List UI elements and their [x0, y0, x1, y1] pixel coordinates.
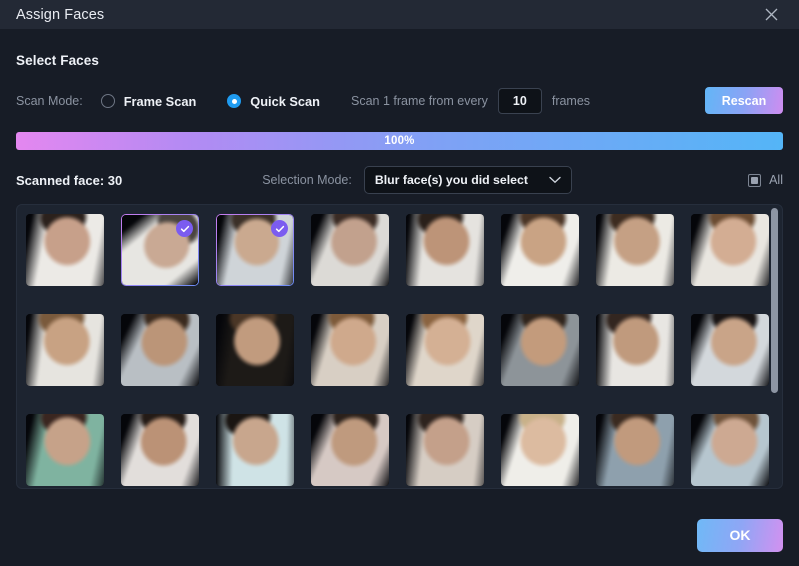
radio-option-quick-scan[interactable]: Quick Scan	[227, 94, 320, 109]
scan-mode-row: Scan Mode: Frame Scan Quick Scan Scan 1 …	[16, 86, 783, 116]
face-thumbnail[interactable]	[501, 414, 579, 486]
scan-progress-bar: 100%	[16, 132, 783, 150]
face-thumbnail[interactable]	[596, 314, 674, 386]
face-thumbnail[interactable]	[406, 214, 484, 286]
face-thumbnail-image	[691, 314, 769, 386]
face-thumbnail-image	[121, 414, 199, 486]
face-thumbnail-image	[311, 414, 389, 486]
face-thumbnail[interactable]	[406, 314, 484, 386]
face-thumbnail-image	[26, 314, 104, 386]
face-thumbnail[interactable]	[311, 314, 389, 386]
close-button[interactable]	[751, 0, 791, 29]
dialog-titlebar: Assign Faces	[0, 0, 799, 29]
scan-progress-label: 100%	[384, 135, 415, 147]
face-thumbnail-image	[406, 214, 484, 286]
close-icon	[765, 8, 777, 21]
face-thumbnail[interactable]	[691, 214, 769, 286]
face-selected-check-icon	[176, 220, 193, 237]
face-thumbnail-image	[501, 314, 579, 386]
face-thumbnail-image	[501, 214, 579, 286]
face-thumbnail[interactable]	[691, 314, 769, 386]
face-thumbnail-image	[501, 414, 579, 486]
frame-interval-input[interactable]	[497, 88, 542, 114]
face-selected-check-icon	[271, 220, 288, 237]
rescan-button[interactable]: Rescan	[705, 87, 783, 114]
assign-faces-dialog: Assign Faces Select Faces Scan Mode: Fra…	[0, 0, 799, 566]
dialog-body: Select Faces Scan Mode: Frame Scan Quick…	[0, 29, 799, 566]
face-thumbnail[interactable]	[121, 414, 199, 486]
radio-frame-scan-icon[interactable]	[100, 94, 115, 108]
face-thumbnail[interactable]	[216, 214, 294, 286]
face-thumbnail-image	[26, 414, 104, 486]
section-title: Select Faces	[16, 53, 100, 68]
face-thumbnail-image	[596, 414, 674, 486]
face-thumbnail-image	[121, 314, 199, 386]
face-thumbnail-image	[216, 314, 294, 386]
face-grid-panel	[16, 204, 783, 489]
frame-interval-suffix: frames	[551, 94, 591, 108]
face-thumbnail-image	[216, 414, 294, 486]
frame-interval-prefix: Scan 1 frame from every	[350, 94, 488, 108]
face-thumbnail-image	[691, 214, 769, 286]
scanned-face-count: Scanned face: 30	[16, 172, 123, 188]
selection-mode-value: Blur face(s) you did select	[374, 173, 528, 187]
face-thumbnail[interactable]	[311, 214, 389, 286]
face-thumbnail[interactable]	[311, 414, 389, 486]
select-all-checkbox[interactable]: All	[748, 173, 783, 187]
scan-mode-label: Scan Mode:	[16, 94, 83, 108]
ok-button[interactable]: OK	[697, 518, 783, 552]
radio-quick-scan-icon[interactable]	[227, 94, 242, 108]
select-all-label: All	[769, 173, 783, 187]
radio-frame-scan-label: Frame Scan	[123, 93, 197, 109]
radio-quick-scan-label: Quick Scan	[250, 93, 320, 109]
face-thumbnail[interactable]	[121, 214, 199, 286]
selection-mode-select[interactable]: Blur face(s) you did select	[363, 166, 572, 194]
face-thumbnail[interactable]	[26, 314, 104, 386]
face-thumbnail[interactable]	[596, 414, 674, 486]
face-thumbnail-image	[406, 414, 484, 486]
face-thumbnail[interactable]	[26, 414, 104, 486]
face-thumbnail-image	[311, 314, 389, 386]
face-thumbnail[interactable]	[216, 414, 294, 486]
dialog-footer: OK	[697, 504, 783, 566]
face-thumbnail[interactable]	[596, 214, 674, 286]
grid-toolbar: Scanned face: 30 Selection Mode: Blur fa…	[16, 166, 783, 194]
face-grid	[26, 214, 769, 486]
face-grid-scrollbar[interactable]	[771, 208, 778, 485]
face-thumbnail-image	[691, 414, 769, 486]
face-thumbnail[interactable]	[501, 214, 579, 286]
face-thumbnail-image	[26, 214, 104, 286]
face-thumbnail[interactable]	[26, 214, 104, 286]
face-thumbnail-image	[406, 314, 484, 386]
dialog-title: Assign Faces	[16, 6, 105, 23]
checkbox-indeterminate-icon[interactable]	[748, 173, 762, 187]
face-thumbnail[interactable]	[406, 414, 484, 486]
face-thumbnail[interactable]	[121, 314, 199, 386]
radio-option-frame-scan[interactable]: Frame Scan	[100, 93, 197, 109]
selection-mode-label: Selection Mode:	[262, 173, 352, 187]
face-thumbnail[interactable]	[691, 414, 769, 486]
chevron-down-icon	[549, 176, 561, 184]
face-thumbnail-image	[311, 214, 389, 286]
face-thumbnail-image	[596, 314, 674, 386]
face-thumbnail[interactable]	[216, 314, 294, 386]
face-grid-scrollbar-thumb[interactable]	[771, 208, 778, 393]
face-thumbnail-image	[596, 214, 674, 286]
face-thumbnail[interactable]	[501, 314, 579, 386]
